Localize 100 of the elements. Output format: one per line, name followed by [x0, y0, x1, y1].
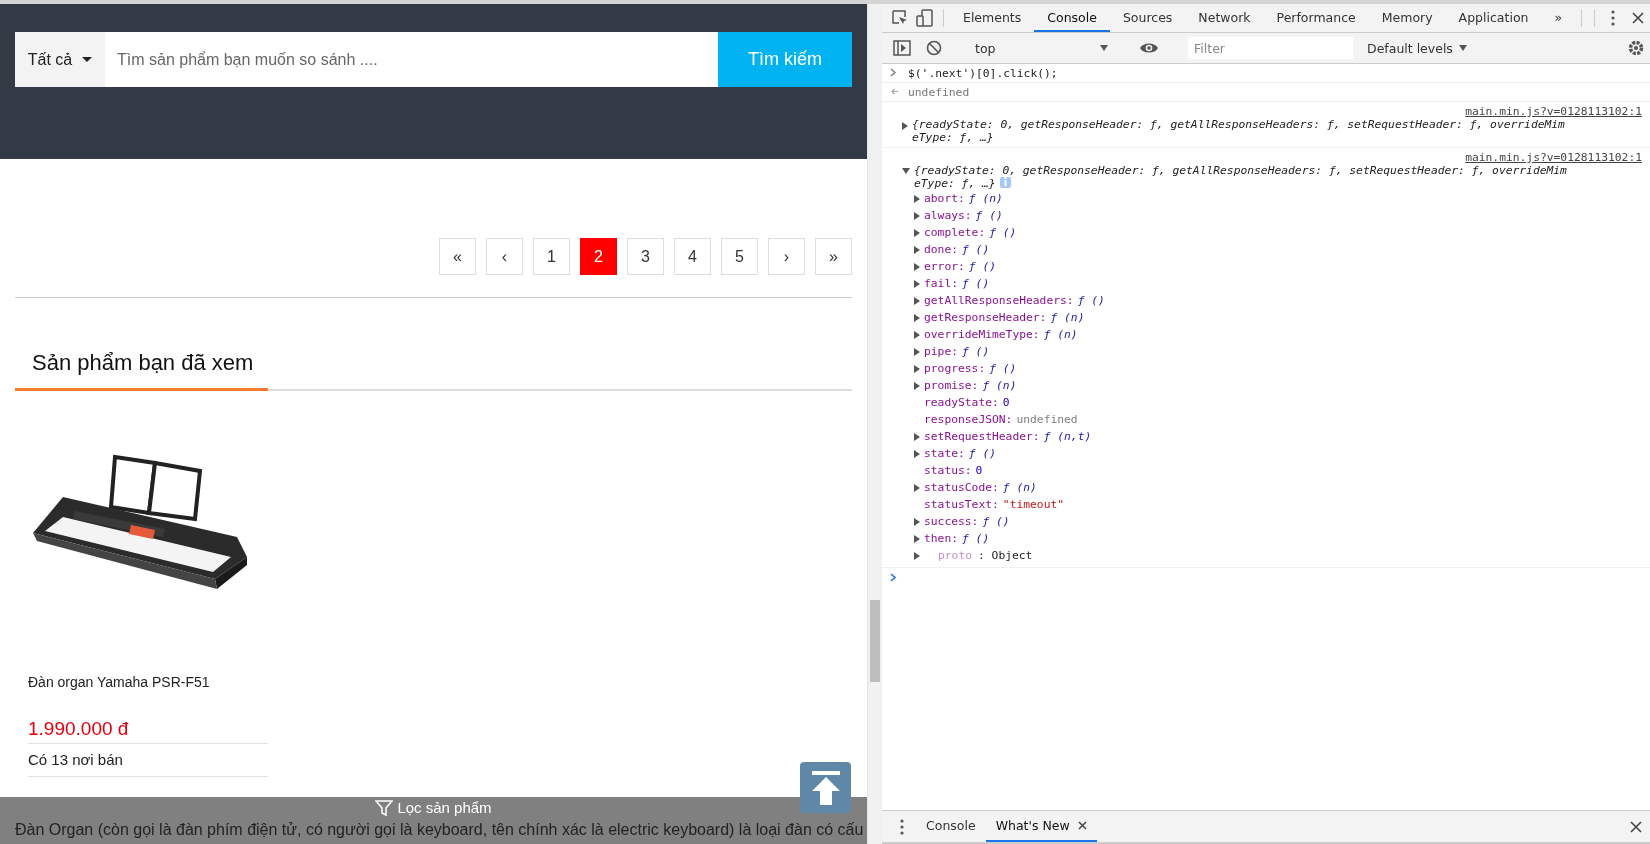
expand-arrow-icon[interactable]	[914, 551, 920, 560]
expand-arrow-icon[interactable]	[914, 228, 920, 237]
expand-arrow-icon[interactable]	[902, 122, 908, 130]
close-icon[interactable]	[1077, 821, 1087, 830]
expand-arrow-icon[interactable]	[914, 296, 920, 305]
property-value: ƒ (n)	[1043, 328, 1078, 341]
source-link[interactable]: main.min.js?v=0128113102:1	[902, 105, 1642, 118]
page-button[interactable]: ‹	[486, 238, 523, 275]
property-value: 0	[1002, 396, 1010, 409]
object-summary[interactable]: {readyState: 0, getResponseHeader: ƒ, getAllResponseHeaders: ƒ, setRequestHeader: ƒ, overrideMimeType: ƒ, …}	[912, 118, 1569, 144]
clear-console-icon[interactable]	[926, 40, 942, 56]
panel-tab[interactable]: Performance	[1263, 4, 1369, 32]
page-button[interactable]: 5	[721, 238, 758, 275]
property-key: proto	[924, 549, 974, 562]
property-value: : Object	[978, 549, 1033, 562]
result-arrow-icon	[890, 86, 899, 96]
property-key: getResponseHeader:	[924, 311, 1047, 324]
expand-arrow-icon[interactable]	[914, 364, 920, 373]
close-icon[interactable]	[1630, 820, 1642, 833]
product-name[interactable]: Đàn organ Yamaha PSR-F51	[28, 674, 268, 690]
expand-arrow-icon[interactable]	[914, 279, 920, 288]
seller-count: Có 13 nơi bán	[28, 743, 268, 777]
property-key: getAllResponseHeaders:	[924, 294, 1074, 307]
drawer-tab[interactable]: What's New	[985, 811, 1097, 842]
property-value: ƒ (n,t)	[1043, 430, 1092, 443]
search-field[interactable]: Tìm sản phẩm bạn muốn so sánh ....	[105, 32, 718, 87]
kebab-menu-icon[interactable]	[900, 818, 904, 835]
expand-arrow-icon[interactable]	[902, 168, 910, 174]
expand-arrow-icon[interactable]	[914, 517, 920, 526]
close-icon[interactable]	[1631, 12, 1644, 24]
property-key: complete:	[924, 226, 986, 239]
drawer-tab[interactable]: Console	[916, 811, 986, 842]
back-to-top-button[interactable]	[800, 762, 851, 813]
expand-arrow-icon[interactable]	[914, 347, 920, 356]
panel-tab[interactable]: Memory	[1368, 4, 1446, 32]
property-key: success:	[924, 515, 979, 528]
expand-arrow-icon[interactable]	[914, 381, 920, 390]
eye-icon[interactable]	[1139, 41, 1159, 55]
arrow-up-icon	[809, 770, 842, 805]
panel-tab[interactable]: Sources	[1109, 4, 1186, 32]
category-dropdown[interactable]: Tất cả	[15, 32, 105, 87]
source-link[interactable]: main.min.js?v=0128113102:1	[902, 151, 1642, 164]
property-value: ƒ (n)	[1002, 481, 1037, 494]
filter-field[interactable]: Filter	[1188, 37, 1353, 59]
property-value: ƒ ()	[989, 226, 1017, 239]
expand-arrow-icon[interactable]	[914, 313, 920, 322]
property-value: ƒ (n)	[982, 379, 1017, 392]
more-tabs-button[interactable]: »	[1541, 4, 1576, 32]
property-key: error:	[924, 260, 965, 273]
page-button[interactable]: 4	[674, 238, 711, 275]
page-button[interactable]: »	[815, 238, 852, 275]
property-key: pipe:	[924, 345, 958, 358]
settings-icon[interactable]	[1627, 39, 1645, 57]
expand-arrow-icon[interactable]	[914, 449, 920, 458]
expand-arrow-icon[interactable]	[914, 211, 920, 220]
property-key: promise:	[924, 379, 979, 392]
panel-tab[interactable]: Elements	[950, 4, 1035, 32]
object-summary[interactable]: {readyState: 0, getResponseHeader: ƒ, getAllResponseHeaders: ƒ, setRequestHeader: ƒ, overrideMimeType: ƒ, …}	[914, 164, 1571, 190]
property-value: ƒ ()	[982, 515, 1010, 528]
sidebar-toggle-icon[interactable]	[893, 40, 911, 56]
result-text: undefined	[908, 85, 970, 99]
property-key: always:	[924, 209, 972, 222]
property-value: 0	[975, 464, 983, 477]
panel-tab[interactable]: Application	[1445, 4, 1542, 32]
expand-arrow-icon[interactable]	[914, 194, 920, 203]
filter-icon	[375, 799, 394, 817]
scrollbar-thumb[interactable]	[870, 600, 880, 682]
kebab-menu-icon[interactable]	[1611, 10, 1616, 26]
expand-arrow-icon[interactable]	[914, 330, 920, 339]
expand-arrow-icon[interactable]	[914, 483, 920, 492]
page-button[interactable]: 2	[580, 238, 617, 275]
prompt-icon	[890, 573, 897, 582]
property-key: status:	[924, 464, 972, 477]
expand-arrow-icon[interactable]	[914, 534, 920, 543]
property-key: fail:	[924, 277, 958, 290]
expand-arrow-icon[interactable]	[914, 245, 920, 254]
property-key: state:	[924, 447, 965, 460]
context-selector[interactable]: top	[969, 40, 1114, 56]
log-levels-dropdown[interactable]: Default levels	[1361, 39, 1473, 57]
property-key: abort:	[924, 192, 965, 205]
property-key: done:	[924, 243, 958, 256]
property-value: ƒ (n)	[1050, 311, 1085, 324]
panel-tab[interactable]: Network	[1185, 4, 1264, 32]
dropdown-arrow-icon	[1458, 45, 1467, 51]
property-value: ƒ ()	[989, 362, 1017, 375]
property-value: ƒ ()	[968, 447, 997, 460]
product-price: 1.990.000 đ	[28, 718, 130, 741]
expand-arrow-icon[interactable]	[914, 262, 920, 271]
expand-arrow-icon[interactable]	[914, 432, 920, 441]
info-icon	[1000, 177, 1012, 188]
property-key: statusText:	[924, 498, 999, 511]
device-icon[interactable]	[915, 9, 934, 27]
page-button[interactable]: «	[439, 238, 476, 275]
property-value: "timeout"	[1002, 498, 1065, 511]
page-button[interactable]: 1	[533, 238, 570, 275]
property-value: ƒ ()	[962, 277, 990, 290]
dropdown-arrow-icon	[1100, 45, 1108, 51]
page-button[interactable]: ›	[768, 238, 805, 275]
command-text: $('.next')[0].click();	[908, 66, 1058, 80]
page-button[interactable]: 3	[627, 238, 664, 275]
